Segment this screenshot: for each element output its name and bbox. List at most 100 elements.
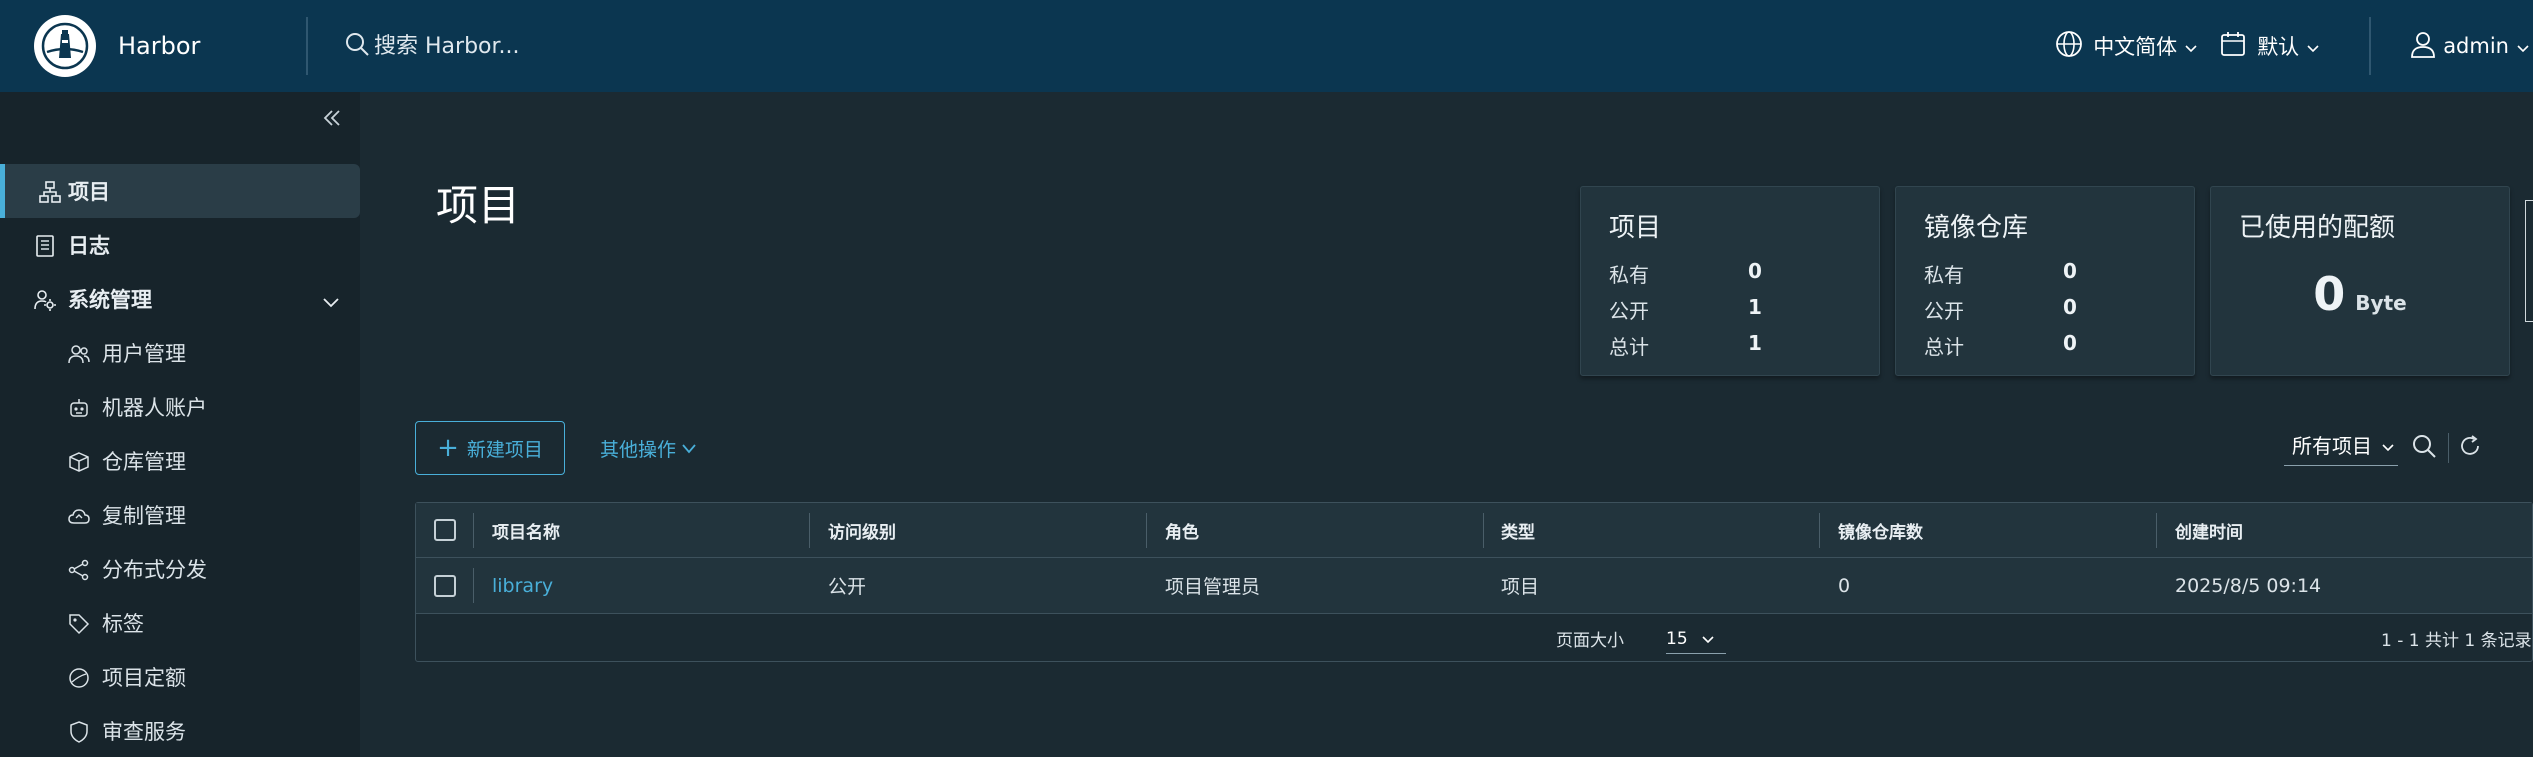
- chevron-down-icon: [2185, 34, 2197, 58]
- card-row-label: 总计: [1609, 335, 1649, 359]
- users-icon: [68, 343, 90, 365]
- sidebar-item-labels[interactable]: 标签: [0, 596, 360, 650]
- main-content: 项目 项目 私有 0 公开 1 总计 1 镜像仓库 私有 0 公开 0 总计 0…: [360, 92, 2533, 757]
- card-row-value: 0: [2063, 295, 2077, 319]
- globe-icon: [2055, 30, 2083, 63]
- sidebar-item-label: 仓库管理: [102, 450, 186, 474]
- user-icon: [2409, 30, 2437, 63]
- page-size-select[interactable]: 15: [1666, 624, 1726, 654]
- plus-icon: +: [437, 433, 459, 463]
- other-actions-button[interactable]: 其他操作: [600, 421, 696, 475]
- card-row-label: 私有: [1609, 263, 1649, 287]
- card-row-value: 0: [2063, 259, 2077, 283]
- theme-label: 默认: [2257, 35, 2300, 59]
- sidebar-item-admin[interactable]: 系统管理: [0, 272, 360, 326]
- repo-count-cell: 0: [1838, 574, 1851, 597]
- robot-icon: [68, 397, 90, 419]
- sidebar: 项目 日志 系统管理 用户管理 机器人账户 仓库管理 复制管理 分布式分发 标签…: [0, 92, 360, 757]
- column-header-type[interactable]: 类型: [1501, 503, 1535, 557]
- header-divider: [2369, 17, 2372, 75]
- sidebar-item-label: 标签: [102, 612, 144, 636]
- harbor-app: Harbor 中文简体 默认: [0, 0, 2533, 757]
- sidebar-item-registries[interactable]: 仓库管理: [0, 434, 360, 488]
- quota-summary-card: 已使用的配额 0 Byte: [2210, 186, 2510, 376]
- chevron-down-icon: [2382, 433, 2394, 457]
- column-header-access[interactable]: 访问级别: [828, 503, 896, 557]
- header-right: 中文简体 默认 admin: [2055, 0, 2533, 92]
- refresh-icon[interactable]: [2457, 433, 2483, 463]
- column-header-created[interactable]: 创建时间: [2175, 503, 2243, 557]
- card-row-value: 1: [1748, 331, 1762, 355]
- page-title: 项目: [436, 181, 521, 230]
- row-checkbox[interactable]: [434, 574, 456, 597]
- sidebar-item-robots[interactable]: 机器人账户: [0, 380, 360, 434]
- project-name-link[interactable]: library: [492, 558, 553, 613]
- select-all-cell: [434, 503, 456, 557]
- column-separator: [809, 513, 810, 548]
- project-type-value: 所有项目: [2292, 434, 2372, 458]
- page-size-value: 15: [1666, 628, 1688, 649]
- shield-icon: [68, 721, 90, 743]
- sidebar-item-label: 日志: [68, 234, 110, 258]
- distribution-icon: [68, 559, 90, 581]
- collapse-sidebar-icon[interactable]: [320, 106, 346, 132]
- projects-table: 项目名称 访问级别 角色 类型 镜像仓库数 创建时间 library 公开 项目…: [415, 502, 2533, 662]
- card-row-label: 公开: [1924, 299, 1964, 323]
- language-selector[interactable]: 中文简体: [2055, 30, 2197, 63]
- sidebar-item-projects[interactable]: 项目: [0, 164, 360, 218]
- replication-icon: [68, 505, 90, 527]
- sidebar-item-label: 系统管理: [68, 288, 152, 312]
- column-separator: [1483, 513, 1484, 548]
- card-row-value: 1: [1748, 295, 1762, 319]
- brand-name: Harbor: [118, 32, 201, 60]
- column-header-role[interactable]: 角色: [1165, 503, 1199, 557]
- column-separator: [473, 568, 474, 603]
- created-time-cell: 2025/8/5 09:14: [2175, 574, 2322, 597]
- sidebar-item-users[interactable]: 用户管理: [0, 326, 360, 380]
- sidebar-item-logs[interactable]: 日志: [0, 218, 360, 272]
- sidebar-item-distributions[interactable]: 分布式分发: [0, 542, 360, 596]
- tag-icon: [68, 613, 90, 635]
- new-project-label: 新建项目: [466, 438, 543, 461]
- sidebar-item-replications[interactable]: 复制管理: [0, 488, 360, 542]
- chevron-down-icon: [2517, 34, 2529, 58]
- project-type-select[interactable]: 所有项目: [2284, 430, 2398, 466]
- language-label: 中文简体: [2093, 35, 2178, 59]
- scrollbar-thumb[interactable]: [2525, 200, 2533, 322]
- top-header: Harbor 中文简体 默认: [0, 0, 2533, 92]
- logs-icon: [34, 235, 56, 257]
- new-project-button[interactable]: + 新建项目: [415, 421, 565, 475]
- header-divider: [306, 17, 308, 75]
- search-input[interactable]: [374, 33, 974, 59]
- quota-icon: [68, 667, 90, 689]
- card-row-label: 公开: [1609, 299, 1649, 323]
- search-icon[interactable]: [2410, 432, 2438, 464]
- quota-value: 0 Byte: [2211, 267, 2509, 321]
- sidebar-item-label: 用户管理: [102, 342, 186, 366]
- column-separator: [1146, 513, 1147, 548]
- theme-selector[interactable]: 默认: [2219, 30, 2319, 63]
- global-search[interactable]: [344, 0, 1044, 92]
- column-separator: [473, 513, 474, 548]
- calendar-icon: [2219, 30, 2247, 63]
- type-cell: 项目: [1501, 576, 1540, 598]
- column-separator: [2156, 513, 2157, 548]
- column-header-repo-count[interactable]: 镜像仓库数: [1838, 503, 1923, 557]
- card-row-label: 总计: [1924, 335, 1964, 359]
- chevron-down-icon: [682, 437, 696, 459]
- brand[interactable]: Harbor: [0, 0, 306, 92]
- chevron-down-icon: [2307, 34, 2319, 58]
- card-row-value: 0: [1748, 259, 1762, 283]
- sidebar-item-interrogation[interactable]: 审查服务: [0, 704, 360, 757]
- select-all-checkbox[interactable]: [434, 519, 456, 541]
- column-header-name[interactable]: 项目名称: [492, 503, 560, 557]
- table-footer: 页面大小 15 1 - 1 共计 1 条记录: [416, 614, 2532, 663]
- user-name: admin: [2443, 34, 2509, 58]
- projects-summary-card: 项目 私有 0 公开 1 总计 1: [1580, 186, 1880, 376]
- row-select-cell: [434, 558, 456, 613]
- sidebar-item-label: 审查服务: [102, 720, 186, 744]
- sidebar-item-label: 项目: [68, 180, 110, 204]
- admin-icon: [34, 289, 56, 311]
- user-menu[interactable]: admin: [2409, 30, 2529, 63]
- sidebar-item-quotas[interactable]: 项目定额: [0, 650, 360, 704]
